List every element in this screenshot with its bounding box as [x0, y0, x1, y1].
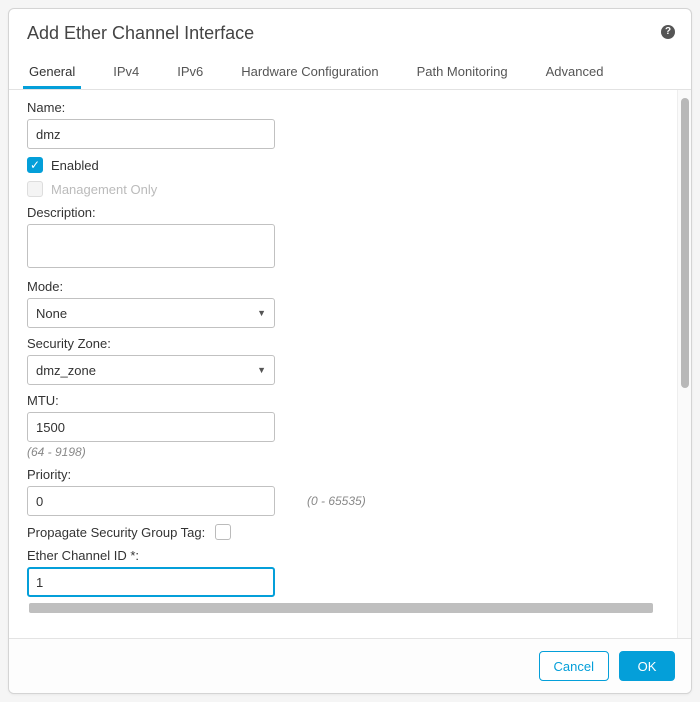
- etherchannel-id-label: Ether Channel ID *:: [27, 548, 659, 563]
- enabled-checkbox[interactable]: ✓: [27, 157, 43, 173]
- mode-select[interactable]: None ▼: [27, 298, 275, 328]
- tab-hardware-config[interactable]: Hardware Configuration: [235, 54, 384, 89]
- mode-value: None: [36, 306, 67, 321]
- mtu-hint: (64 - 9198): [27, 445, 659, 459]
- dialog-body: Name: ✓ Enabled Management Only Descript…: [9, 90, 691, 638]
- tab-advanced[interactable]: Advanced: [540, 54, 610, 89]
- ok-button[interactable]: OK: [619, 651, 675, 681]
- priority-input[interactable]: [27, 486, 275, 516]
- security-zone-value: dmz_zone: [36, 363, 96, 378]
- tab-bar: General IPv4 IPv6 Hardware Configuration…: [9, 54, 691, 90]
- dialog-header: Add Ether Channel Interface ?: [9, 9, 691, 54]
- description-input[interactable]: [27, 224, 275, 268]
- mtu-input[interactable]: [27, 412, 275, 442]
- tab-ipv4[interactable]: IPv4: [107, 54, 145, 89]
- etherchannel-id-input[interactable]: [27, 567, 275, 597]
- caret-down-icon: ▼: [257, 308, 266, 318]
- management-only-label: Management Only: [51, 182, 157, 197]
- tab-path-monitoring[interactable]: Path Monitoring: [411, 54, 514, 89]
- description-label: Description:: [27, 205, 659, 220]
- vertical-scrollbar-thumb[interactable]: [681, 98, 689, 388]
- name-input[interactable]: [27, 119, 275, 149]
- help-icon[interactable]: ?: [661, 25, 675, 39]
- dialog-footer: Cancel OK: [9, 638, 691, 693]
- priority-label: Priority:: [27, 467, 659, 482]
- mtu-label: MTU:: [27, 393, 659, 408]
- dialog-title: Add Ether Channel Interface: [27, 23, 673, 44]
- caret-down-icon: ▼: [257, 365, 266, 375]
- priority-hint: (0 - 65535): [307, 494, 366, 508]
- security-zone-select[interactable]: dmz_zone ▼: [27, 355, 275, 385]
- propagate-sgt-checkbox[interactable]: [215, 524, 231, 540]
- vertical-scrollbar-track[interactable]: [677, 90, 691, 638]
- propagate-sgt-label: Propagate Security Group Tag:: [27, 525, 205, 540]
- horizontal-scrollbar[interactable]: [29, 603, 653, 613]
- mode-label: Mode:: [27, 279, 659, 294]
- name-label: Name:: [27, 100, 659, 115]
- tab-ipv6[interactable]: IPv6: [171, 54, 209, 89]
- enabled-label: Enabled: [51, 158, 99, 173]
- form-area: Name: ✓ Enabled Management Only Descript…: [9, 90, 677, 638]
- tab-general[interactable]: General: [23, 54, 81, 89]
- management-only-checkbox: [27, 181, 43, 197]
- add-etherchannel-dialog: Add Ether Channel Interface ? General IP…: [8, 8, 692, 694]
- security-zone-label: Security Zone:: [27, 336, 659, 351]
- cancel-button[interactable]: Cancel: [539, 651, 609, 681]
